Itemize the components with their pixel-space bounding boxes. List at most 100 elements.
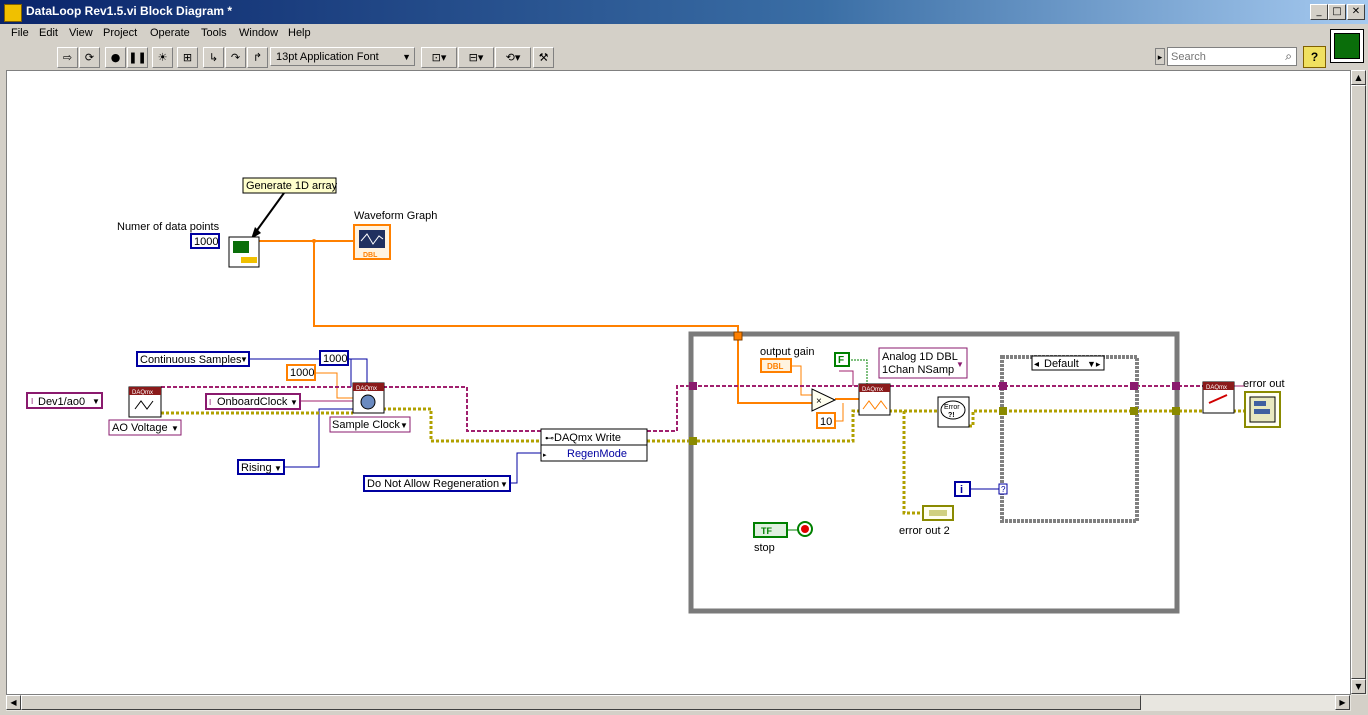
wire-junction bbox=[312, 239, 316, 243]
io-name-icon: I bbox=[209, 398, 211, 407]
search-icon[interactable]: ⌕ bbox=[1285, 49, 1292, 64]
property-input-icon: ▸ bbox=[543, 452, 547, 459]
maximize-button[interactable]: □ bbox=[1328, 4, 1346, 20]
wire-ten bbox=[835, 403, 844, 422]
menu-view[interactable]: View bbox=[69, 27, 93, 39]
font-dropdown[interactable]: 13pt Application Font ▼ bbox=[270, 47, 415, 66]
error-icon-mark: ?! bbox=[948, 412, 955, 419]
reorder-icon[interactable]: ⟲▾ bbox=[495, 47, 531, 68]
align-objects-icon[interactable]: ⊡▾ bbox=[421, 47, 457, 68]
tunnel-task-out bbox=[1172, 382, 1180, 390]
step-out-icon[interactable]: ↱ bbox=[247, 47, 268, 68]
case-selector-mark: ? bbox=[1001, 485, 1006, 494]
sample-mode-value: Continuous Samples bbox=[140, 354, 242, 366]
tunnel-error-in bbox=[689, 437, 697, 445]
labview-app-icon bbox=[4, 4, 22, 22]
scroll-left-icon[interactable]: ◀ bbox=[6, 695, 21, 710]
vertical-scroll-thumb[interactable] bbox=[1351, 85, 1366, 679]
ten-constant-value: 10 bbox=[820, 416, 832, 428]
subvi-arrow-icon bbox=[241, 257, 257, 263]
comment-text: Generate 1D array bbox=[246, 180, 338, 192]
search-expand-icon[interactable]: ▸ bbox=[1155, 48, 1165, 65]
false-constant-value: F bbox=[838, 355, 844, 366]
chevron-down-icon: ▼ bbox=[290, 398, 298, 407]
clock-source-value: OnboardClock bbox=[217, 396, 288, 408]
search-field[interactable]: ⌕ bbox=[1167, 47, 1297, 66]
run-arrow-icon[interactable]: ⇨ bbox=[57, 47, 78, 68]
highlight-execution-icon[interactable]: ☀ bbox=[152, 47, 173, 68]
scroll-right-icon[interactable]: ▶ bbox=[1335, 695, 1350, 710]
case-structure[interactable] bbox=[1000, 355, 1139, 523]
case-tunnel-task-out bbox=[1130, 382, 1138, 390]
output-gain-label: output gain bbox=[760, 346, 814, 358]
horizontal-scrollbar[interactable]: ◀ ▶ bbox=[6, 695, 1351, 711]
error-out-label: error out bbox=[1243, 378, 1285, 390]
case-selector-label: Default bbox=[1044, 358, 1079, 370]
property-node-icon: ⊷ bbox=[545, 433, 554, 443]
context-help-icon[interactable]: ? bbox=[1303, 46, 1326, 68]
edge-value: Rising bbox=[241, 462, 272, 474]
wire-analog-mode bbox=[839, 370, 854, 386]
toolbar: ⇨ ⟳ ● ❚❚ ☀ ⊞ ↳ ↷ ↱ 13pt Application Font… bbox=[0, 45, 1325, 69]
chevron-down-icon: ▼ bbox=[274, 464, 282, 473]
clean-up-diagram-icon[interactable]: ⚒ bbox=[533, 47, 554, 68]
case-prev-icon[interactable]: ◂ bbox=[1034, 359, 1039, 370]
property-node-title: DAQmx Write bbox=[554, 432, 621, 444]
subvi-graphic bbox=[233, 241, 249, 253]
case-tunnel-error-out bbox=[1130, 407, 1138, 415]
menu-edit[interactable]: Edit bbox=[39, 27, 58, 39]
retain-wire-values-icon[interactable]: ⊞ bbox=[177, 47, 198, 68]
daqmx-text: DAQmx bbox=[862, 387, 883, 393]
block-diagram: ◂ Default ▼▸ ? Generate 1D array Numer o… bbox=[26, 177, 1285, 614]
menu-operate[interactable]: Operate bbox=[150, 27, 190, 39]
wire-rate bbox=[314, 372, 353, 399]
close-button[interactable]: ✕ bbox=[1347, 4, 1365, 20]
menu-window[interactable]: Window bbox=[239, 27, 278, 39]
num-points-label: Numer of data points bbox=[117, 221, 220, 233]
error-cluster-bar bbox=[1254, 409, 1270, 414]
iteration-terminal-value: i bbox=[960, 484, 963, 496]
vi-icon[interactable] bbox=[1330, 29, 1364, 63]
menu-help[interactable]: Help bbox=[288, 27, 311, 39]
analog-mode-line1: Analog 1D DBL bbox=[882, 351, 958, 363]
distribute-objects-icon[interactable]: ⊟▾ bbox=[458, 47, 494, 68]
menu-bar: File Edit View Project Operate Tools Win… bbox=[0, 24, 1325, 44]
samples-constant-value: 1000 bbox=[323, 353, 347, 365]
wire-array-to-multiply bbox=[313, 241, 819, 404]
chevron-down-icon: ▼ bbox=[956, 360, 964, 369]
step-over-icon[interactable]: ↷ bbox=[225, 47, 246, 68]
chevron-down-icon: ▼ bbox=[171, 424, 179, 433]
stop-label: stop bbox=[754, 542, 775, 554]
labview-window: DataLoop Rev1.5.vi Block Diagram * _ □ ✕… bbox=[0, 0, 1368, 715]
abort-icon[interactable]: ● bbox=[105, 47, 126, 68]
search-input[interactable] bbox=[1168, 48, 1274, 65]
chevron-down-icon: ▼ bbox=[500, 480, 508, 489]
menu-file[interactable]: File bbox=[11, 27, 29, 39]
scroll-up-icon[interactable]: ▲ bbox=[1351, 70, 1366, 85]
menu-tools[interactable]: Tools bbox=[201, 27, 227, 39]
minimize-button[interactable]: _ bbox=[1310, 4, 1328, 20]
analog-mode-line2: 1Chan NSamp bbox=[882, 364, 954, 376]
chevron-down-icon: ▼ bbox=[240, 355, 248, 364]
case-tunnel-task-in bbox=[999, 382, 1007, 390]
horizontal-scroll-thumb[interactable] bbox=[21, 695, 1141, 710]
block-diagram-canvas[interactable]: ◂ Default ▼▸ ? Generate 1D array Numer o… bbox=[6, 70, 1351, 695]
case-dropdown-icon[interactable]: ▼▸ bbox=[1087, 359, 1101, 369]
window-title: DataLoop Rev1.5.vi Block Diagram * bbox=[26, 4, 233, 18]
daqmx-text: DAQmx bbox=[356, 386, 377, 392]
vertical-scrollbar[interactable]: ▲ ▼ bbox=[1351, 70, 1367, 695]
comment-arrow bbox=[254, 192, 285, 234]
menu-project[interactable]: Project bbox=[103, 27, 137, 39]
wire-regen bbox=[509, 452, 541, 484]
regen-mode-value: Do Not Allow Regeneration bbox=[367, 478, 499, 490]
error-out-2-label: error out 2 bbox=[899, 525, 950, 537]
scroll-down-icon[interactable]: ▼ bbox=[1351, 679, 1366, 694]
pause-icon[interactable]: ❚❚ bbox=[127, 47, 148, 68]
case-tunnel-error-in bbox=[999, 407, 1007, 415]
run-continuously-icon[interactable]: ⟳ bbox=[79, 47, 100, 68]
tunnel-task-in bbox=[689, 382, 697, 390]
ao-voltage-value: AO Voltage bbox=[112, 422, 168, 434]
wire-error-branch bbox=[902, 411, 923, 515]
font-dropdown-value: 13pt Application Font bbox=[276, 51, 379, 63]
step-into-icon[interactable]: ↳ bbox=[203, 47, 224, 68]
